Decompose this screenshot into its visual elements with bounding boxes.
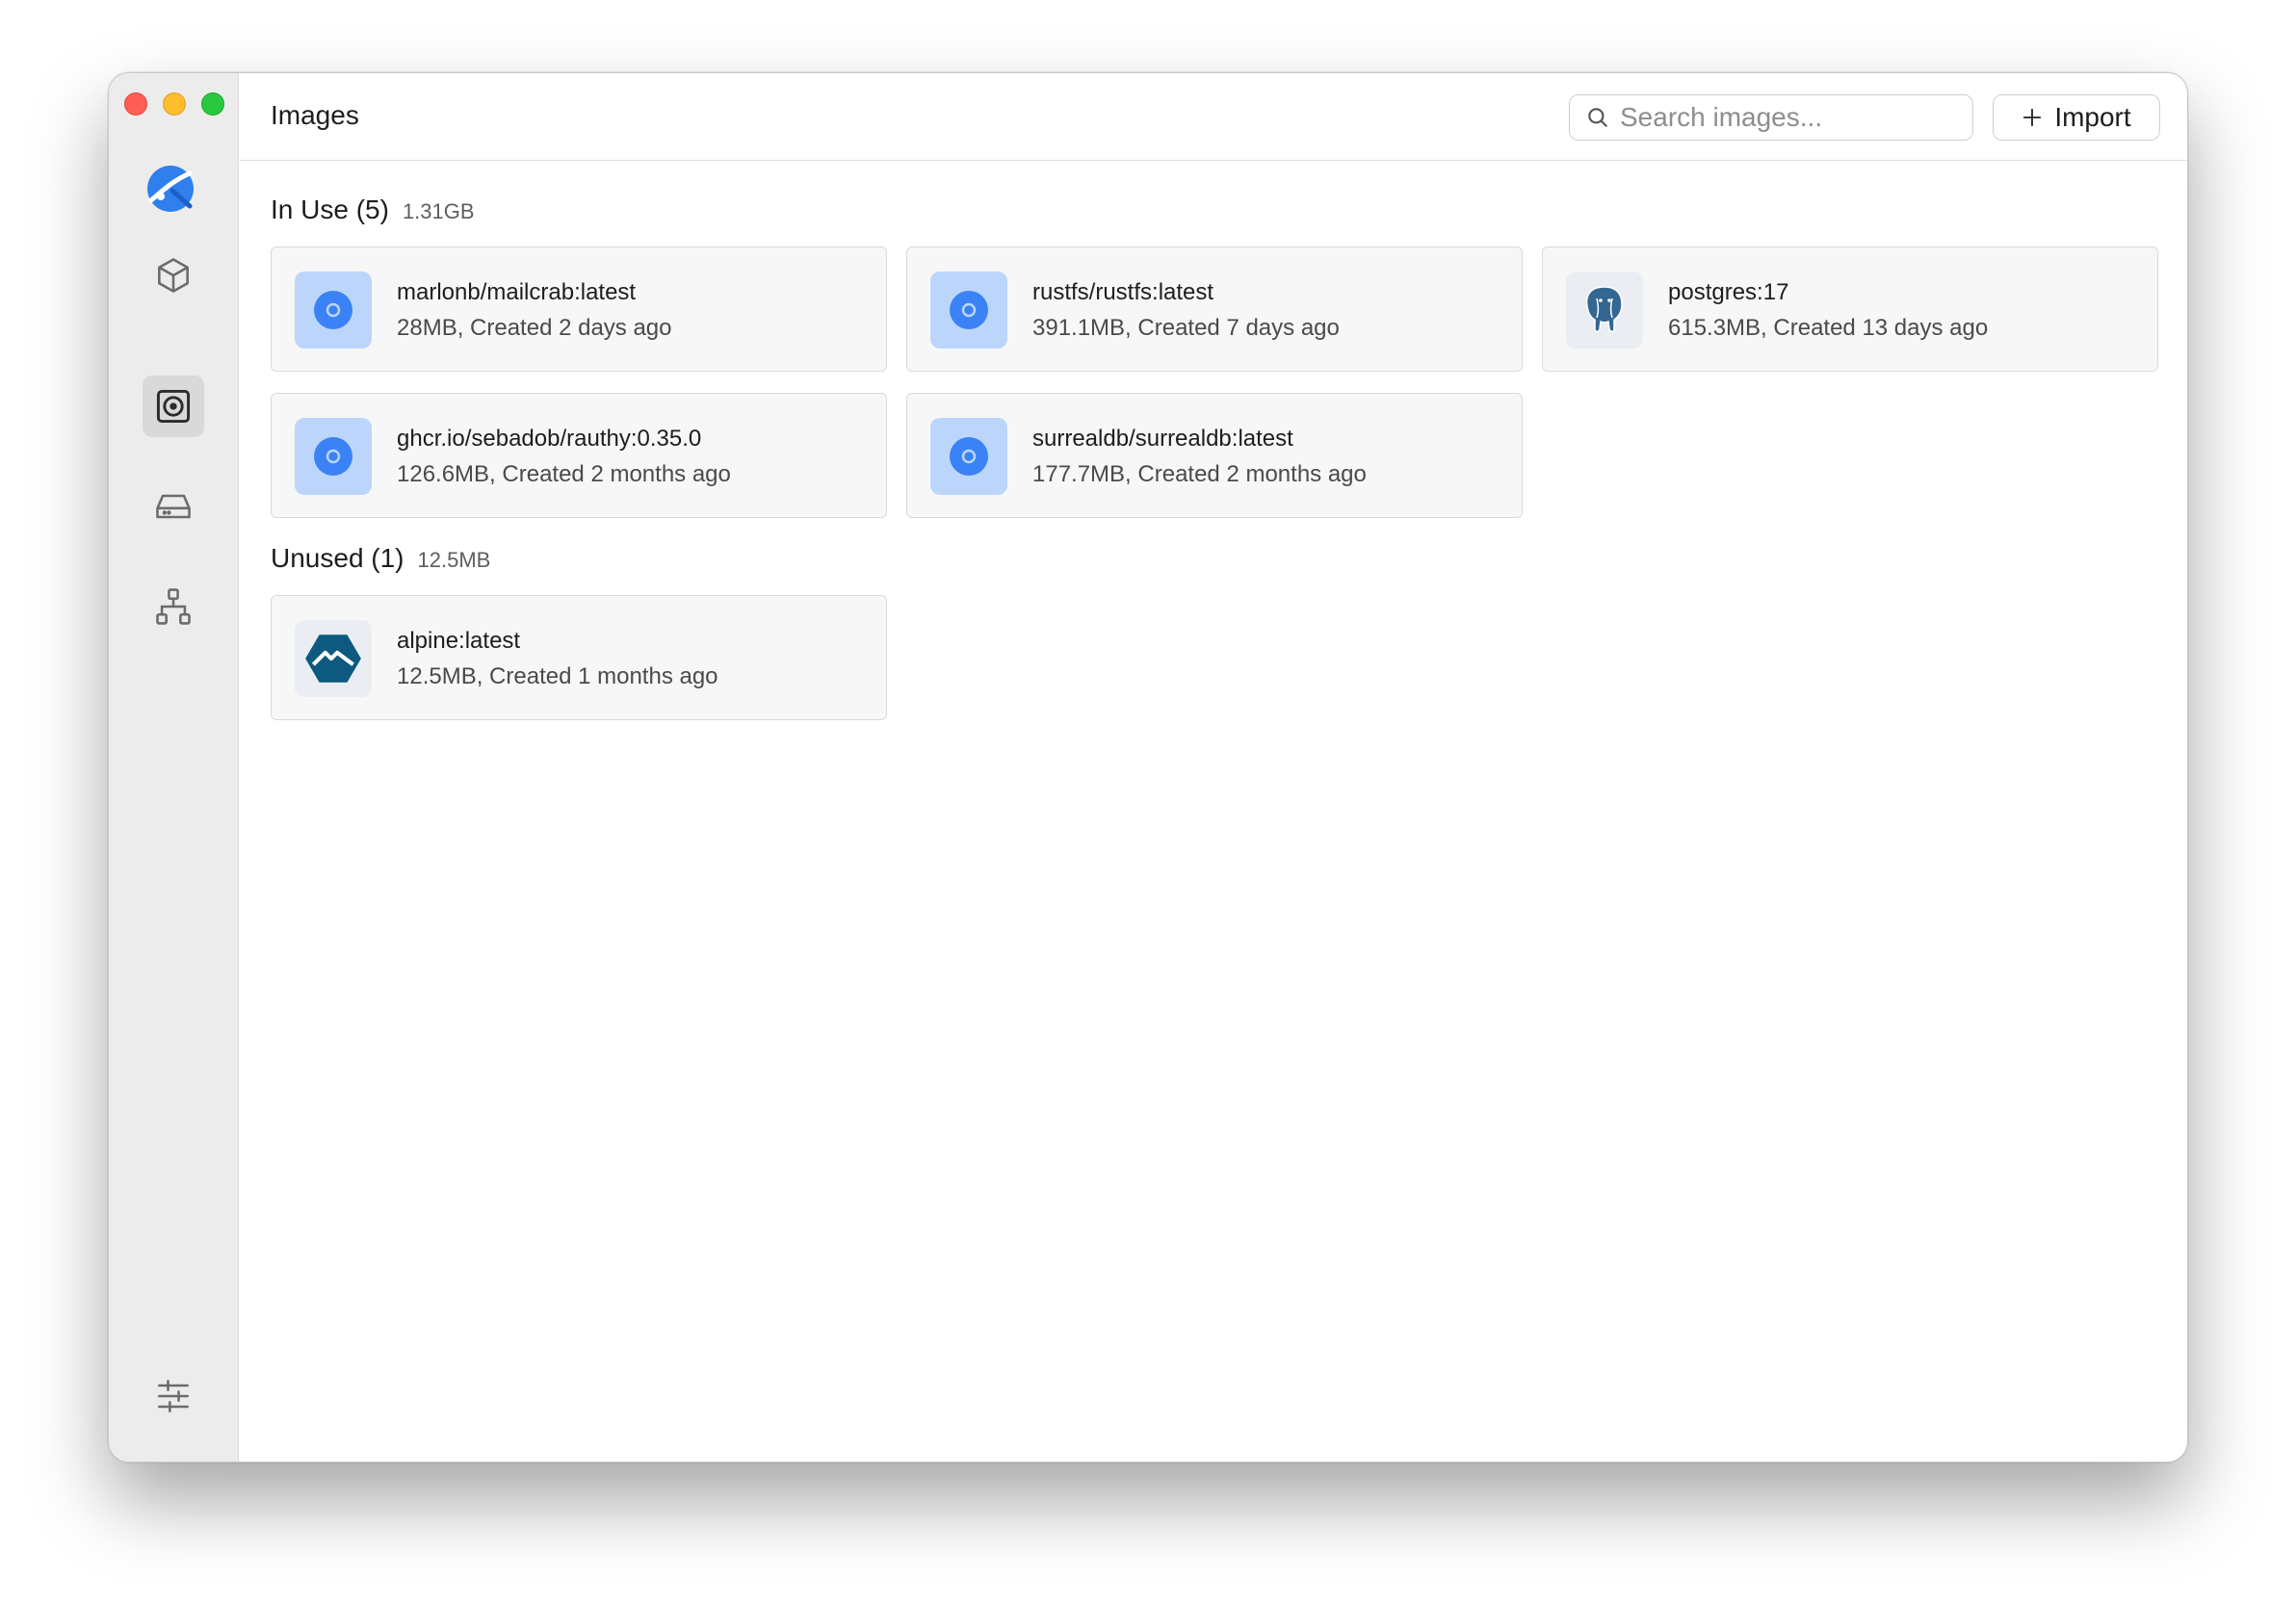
disc-icon: [930, 272, 1007, 349]
image-card[interactable]: alpine:latest 12.5MB, Created 1 months a…: [271, 595, 887, 720]
plus-icon: [2023, 108, 2042, 127]
image-meta: 28MB, Created 2 days ago: [397, 315, 672, 341]
main-content: Images Import In Use (5) 1.31GB: [240, 73, 2187, 1462]
image-name: alpine:latest: [397, 628, 521, 654]
image-card[interactable]: marlonb/mailcrab:latest 28MB, Created 2 …: [271, 246, 887, 372]
image-card[interactable]: ghcr.io/sebadob/rauthy:0.35.0 126.6MB, C…: [271, 393, 887, 518]
app-logo-icon: [144, 162, 197, 216]
section-title-unused: Unused (1) 12.5MB: [271, 543, 490, 574]
image-meta: 177.7MB, Created 2 months ago: [1032, 461, 1367, 487]
cube-icon: [158, 258, 189, 293]
section-label: In Use (5): [271, 194, 389, 224]
image-name: postgres:17: [1668, 279, 1789, 305]
image-name: surrealdb/surrealdb:latest: [1032, 426, 1293, 452]
image-meta: 12.5MB, Created 1 months ago: [397, 663, 718, 689]
sliders-icon: [158, 1380, 189, 1412]
toolbar: Images Import: [240, 73, 2187, 161]
page-title: Images: [271, 100, 359, 130]
drive-icon: [156, 494, 191, 519]
postgresql-logo-icon: [1566, 272, 1643, 349]
close-window-button[interactable]: [124, 92, 147, 116]
window-controls: [124, 92, 224, 116]
search-box[interactable]: [1569, 94, 1973, 141]
sidebar-item-containers[interactable]: [143, 245, 204, 306]
section-size: 12.5MB: [417, 548, 491, 572]
network-icon: [156, 588, 191, 625]
image-card[interactable]: surrealdb/surrealdb:latest 177.7MB, Crea…: [906, 393, 1523, 518]
import-button-label: Import: [2054, 102, 2131, 132]
search-input[interactable]: [1620, 102, 1967, 133]
image-meta: 615.3MB, Created 13 days ago: [1668, 315, 1989, 341]
image-disc-icon: [156, 389, 191, 424]
image-name: rustfs/rustfs:latest: [1032, 279, 1214, 305]
disc-icon: [295, 272, 372, 349]
image-card[interactable]: postgres:17 615.3MB, Created 13 days ago: [1542, 246, 2158, 372]
search-icon: [1588, 108, 1607, 127]
image-name: ghcr.io/sebadob/rauthy:0.35.0: [397, 426, 702, 452]
sidebar-item-networks[interactable]: [143, 576, 204, 637]
section-size: 1.31GB: [402, 199, 475, 223]
app-window: Images Import In Use (5) 1.31GB: [108, 72, 2188, 1463]
sidebar-item-images[interactable]: [143, 376, 204, 437]
image-card[interactable]: rustfs/rustfs:latest 391.1MB, Created 7 …: [906, 246, 1523, 372]
sidebar-item-settings[interactable]: [143, 1365, 204, 1427]
disc-icon: [930, 418, 1007, 495]
sidebar: [109, 73, 239, 1462]
image-meta: 391.1MB, Created 7 days ago: [1032, 315, 1340, 341]
disc-icon: [295, 418, 372, 495]
minimize-window-button[interactable]: [163, 92, 186, 116]
sidebar-item-volumes[interactable]: [143, 476, 204, 537]
image-name: marlonb/mailcrab:latest: [397, 279, 637, 305]
image-meta: 126.6MB, Created 2 months ago: [397, 461, 731, 487]
section-title-in-use: In Use (5) 1.31GB: [271, 194, 475, 225]
zoom-window-button[interactable]: [201, 92, 224, 116]
import-button[interactable]: Import: [1993, 94, 2160, 141]
section-label: Unused (1): [271, 543, 404, 573]
alpine-logo-icon: [295, 620, 372, 697]
